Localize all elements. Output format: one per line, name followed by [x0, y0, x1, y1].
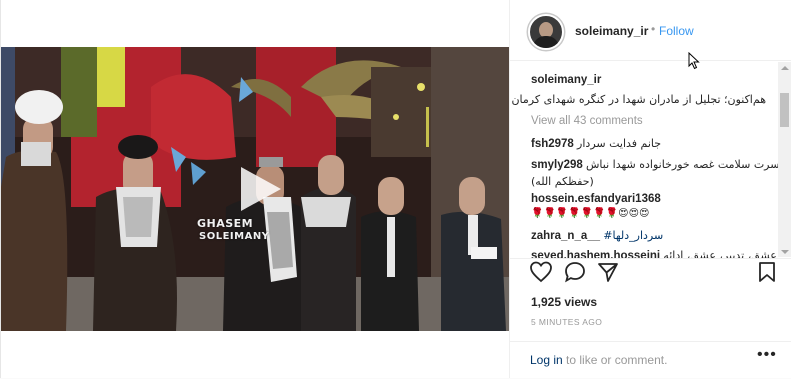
avatar[interactable]	[528, 14, 564, 50]
comment-username[interactable]: fsh2978	[531, 138, 574, 150]
login-prompt: Log in to like or comment.	[530, 353, 667, 367]
action-bar	[510, 258, 791, 287]
post-footer: Log in to like or comment. •••	[510, 341, 791, 379]
views-count[interactable]: 1,925 views	[531, 295, 597, 309]
comment-item: fsh2978 جانم فدایت سردار	[531, 137, 661, 150]
post-header: soleimany_ir • Follow	[510, 0, 791, 70]
comment-item: hossein.esfandyari1368	[531, 193, 661, 205]
caption-text: هم‌اکنون؛ تجلیل از مادران شهدا در کنگره …	[511, 93, 766, 106]
caption-username[interactable]: soleimany_ir	[531, 74, 601, 86]
follow-button[interactable]: Follow	[659, 24, 694, 38]
comment-text: سردارسرت سلامت غصه خورخانواده شهدا نباش	[586, 158, 778, 171]
more-options-button[interactable]: •••	[757, 346, 777, 364]
view-all-comments-link[interactable]: View all 43 comments	[531, 115, 643, 127]
login-suffix: to like or comment.	[562, 353, 668, 367]
comment-username[interactable]: smyly298	[531, 159, 583, 171]
scroll-up-arrow-icon[interactable]	[781, 66, 789, 70]
post-sidebar: soleimany_ir • Follow soleimany_ir هم‌اک…	[509, 0, 791, 378]
play-icon[interactable]	[227, 159, 287, 219]
comment-item: zahra_n_a__ #سردار_دلها	[531, 229, 663, 242]
comment-text: جانم فدایت سردار	[577, 137, 662, 150]
hashtag-link[interactable]: #سردار_دلها	[603, 229, 663, 242]
comments-list: soleimany_ir هم‌اکنون؛ تجلیل از مادران ش…	[510, 62, 778, 258]
post-video[interactable]: GHASEM SOLEIMANY	[1, 47, 509, 331]
comment-username[interactable]: seyed.hashem.hosseini	[531, 250, 660, 258]
separator-dot: •	[651, 22, 656, 36]
login-link[interactable]: Log in	[530, 353, 563, 367]
comment-text-continued: (حفظکم الله)	[531, 175, 594, 188]
scrollbar-thumb[interactable]	[780, 93, 789, 127]
comment-text: 🌹🌹🌹🌹🌹🌹🌹😍😍😍	[531, 208, 650, 219]
watermark-line-1: GHASEM	[197, 217, 254, 230]
header-username[interactable]: soleimany_ir	[575, 24, 648, 38]
watermark-line-2: SOLEIMANY	[199, 231, 270, 242]
comment-item: seyed.hashem.hosseini عشق، تدبیر، عشق، ا…	[531, 249, 778, 258]
instagram-post: GHASEM SOLEIMANY soleimany_ir • Follow s…	[0, 0, 791, 378]
comment-username[interactable]: hossein.esfandyari1368	[531, 193, 661, 205]
heart-icon[interactable]	[529, 260, 553, 284]
share-icon[interactable]	[596, 260, 620, 284]
post-timestamp[interactable]: 5 MINUTES AGO	[531, 317, 602, 327]
comments-scrollbar[interactable]	[778, 62, 791, 257]
scroll-down-arrow-icon[interactable]	[781, 250, 789, 254]
comment-item: smyly298 سردارسرت سلامت غصه خورخانواده ش…	[531, 158, 778, 171]
comment-icon[interactable]	[563, 260, 587, 284]
video-watermark: GHASEM SOLEIMANY	[197, 217, 269, 243]
comment-text: عشق، تدبیر، عشق، ادائه...	[663, 249, 778, 258]
comment-username[interactable]: zahra_n_a__	[531, 230, 600, 242]
bookmark-icon[interactable]	[755, 260, 779, 284]
